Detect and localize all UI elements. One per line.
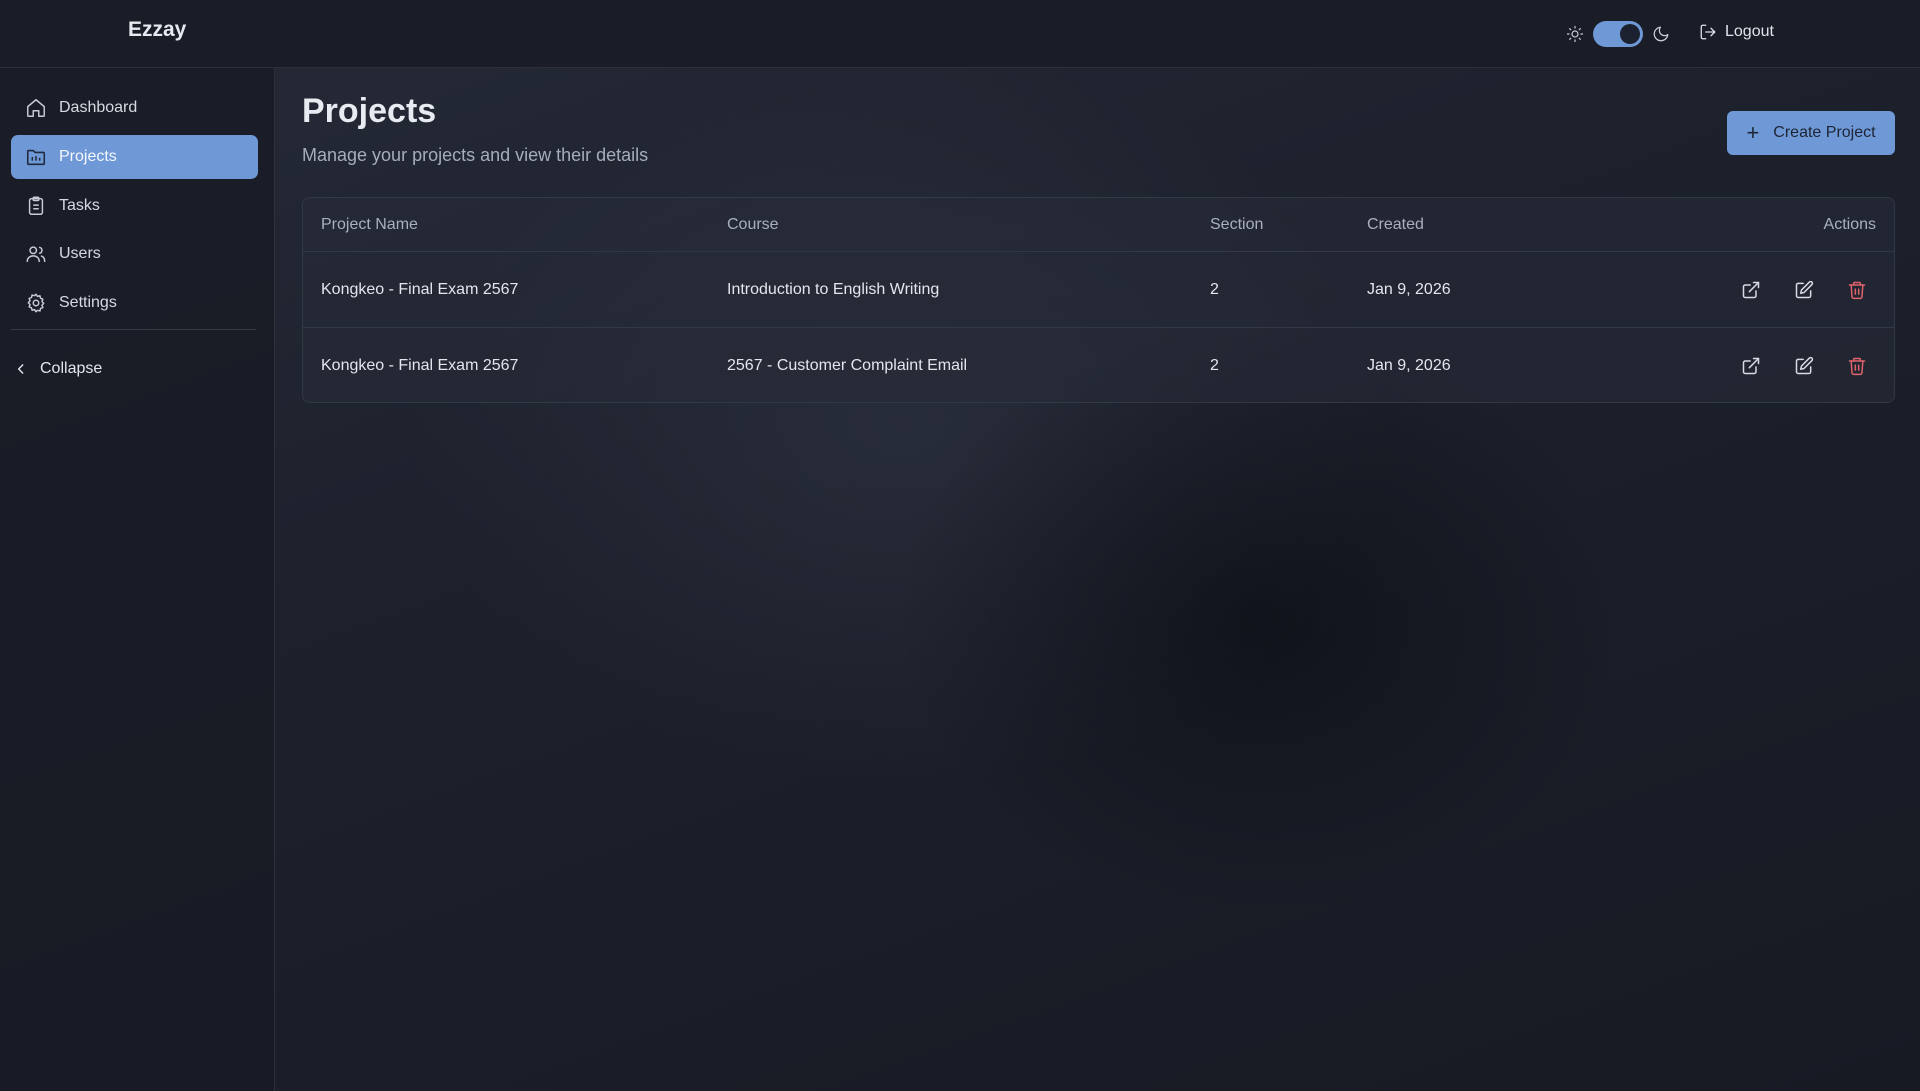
page-subtitle: Manage your projects and view their deta… — [302, 145, 649, 165]
sidebar-item-label: Projects — [59, 148, 117, 165]
home-icon — [27, 99, 45, 117]
folder-icon — [26, 149, 46, 166]
chevron-left-icon — [17, 364, 24, 374]
logout-label: Logout — [1725, 23, 1774, 40]
clipboard-icon — [28, 196, 44, 215]
plus-icon: + — [1746, 120, 1760, 145]
brand-logo[interactable]: Ezzay — [128, 18, 186, 42]
open-external-icon[interactable] — [1741, 280, 1761, 300]
sidebar-item-settings[interactable]: Settings — [11, 281, 258, 325]
sidebar-item-users[interactable]: Users — [11, 232, 258, 276]
moon-icon[interactable] — [1652, 25, 1670, 43]
created-cell: Jan 9, 2026 — [1367, 357, 1451, 374]
column-header-project-name: Project Name — [321, 216, 418, 233]
trash-icon[interactable] — [1847, 280, 1867, 300]
project-name-cell: Kongkeo - Final Exam 2567 — [321, 357, 519, 374]
logout-button[interactable]: Logout — [1699, 20, 1774, 44]
sidebar-divider — [11, 329, 256, 330]
column-header-section: Section — [1210, 216, 1264, 233]
table-row: Kongkeo - Final Exam 2567 2567 - Custome… — [303, 328, 1894, 402]
edit-icon[interactable] — [1794, 280, 1814, 300]
table-header: Project Name Course Section Created Acti… — [303, 198, 1894, 252]
open-external-icon[interactable] — [1741, 356, 1761, 376]
sidebar-item-tasks[interactable]: Tasks — [11, 184, 258, 228]
column-header-course: Course — [727, 216, 779, 233]
create-project-button[interactable]: + Create Project — [1727, 111, 1895, 155]
column-header-actions: Actions — [1823, 216, 1876, 233]
edit-icon[interactable] — [1794, 356, 1814, 376]
sidebar-item-label: Users — [59, 245, 101, 262]
sun-icon[interactable] — [1566, 25, 1584, 43]
sidebar-item-projects[interactable]: Projects — [11, 135, 258, 179]
sidebar-item-dashboard[interactable]: Dashboard — [11, 86, 258, 130]
top-bar: Ezzay Logout — [0, 0, 1920, 68]
gear-icon — [27, 293, 45, 313]
theme-switch[interactable] — [1593, 21, 1643, 47]
sidebar-item-label: Dashboard — [59, 99, 138, 116]
theme-toggle[interactable] — [1566, 20, 1670, 48]
collapse-button[interactable]: Collapse — [14, 357, 102, 381]
section-cell: 2 — [1210, 357, 1219, 374]
table-row: Kongkeo - Final Exam 2567 Introduction t… — [303, 252, 1894, 328]
create-project-label: Create Project — [1773, 124, 1876, 141]
column-header-created: Created — [1367, 216, 1424, 233]
course-cell: Introduction to English Writing — [727, 280, 940, 298]
users-icon — [26, 246, 46, 263]
sidebar-item-label: Settings — [59, 294, 117, 311]
projects-table: Project Name Course Section Created Acti… — [302, 197, 1895, 403]
sidebar-item-label: Tasks — [59, 197, 100, 214]
collapse-label: Collapse — [40, 360, 103, 377]
trash-icon[interactable] — [1847, 356, 1867, 376]
created-cell: Jan 9, 2026 — [1367, 280, 1451, 298]
sidebar: Dashboard Projects Tasks Users Settings — [0, 68, 275, 1091]
theme-switch-knob — [1620, 24, 1640, 44]
course-cell: 2567 - Customer Complaint Email — [727, 357, 968, 374]
project-name-cell: Kongkeo - Final Exam 2567 — [321, 280, 519, 298]
section-cell: 2 — [1210, 280, 1219, 298]
logout-icon — [1700, 24, 1716, 40]
page-title: Projects — [302, 92, 437, 130]
